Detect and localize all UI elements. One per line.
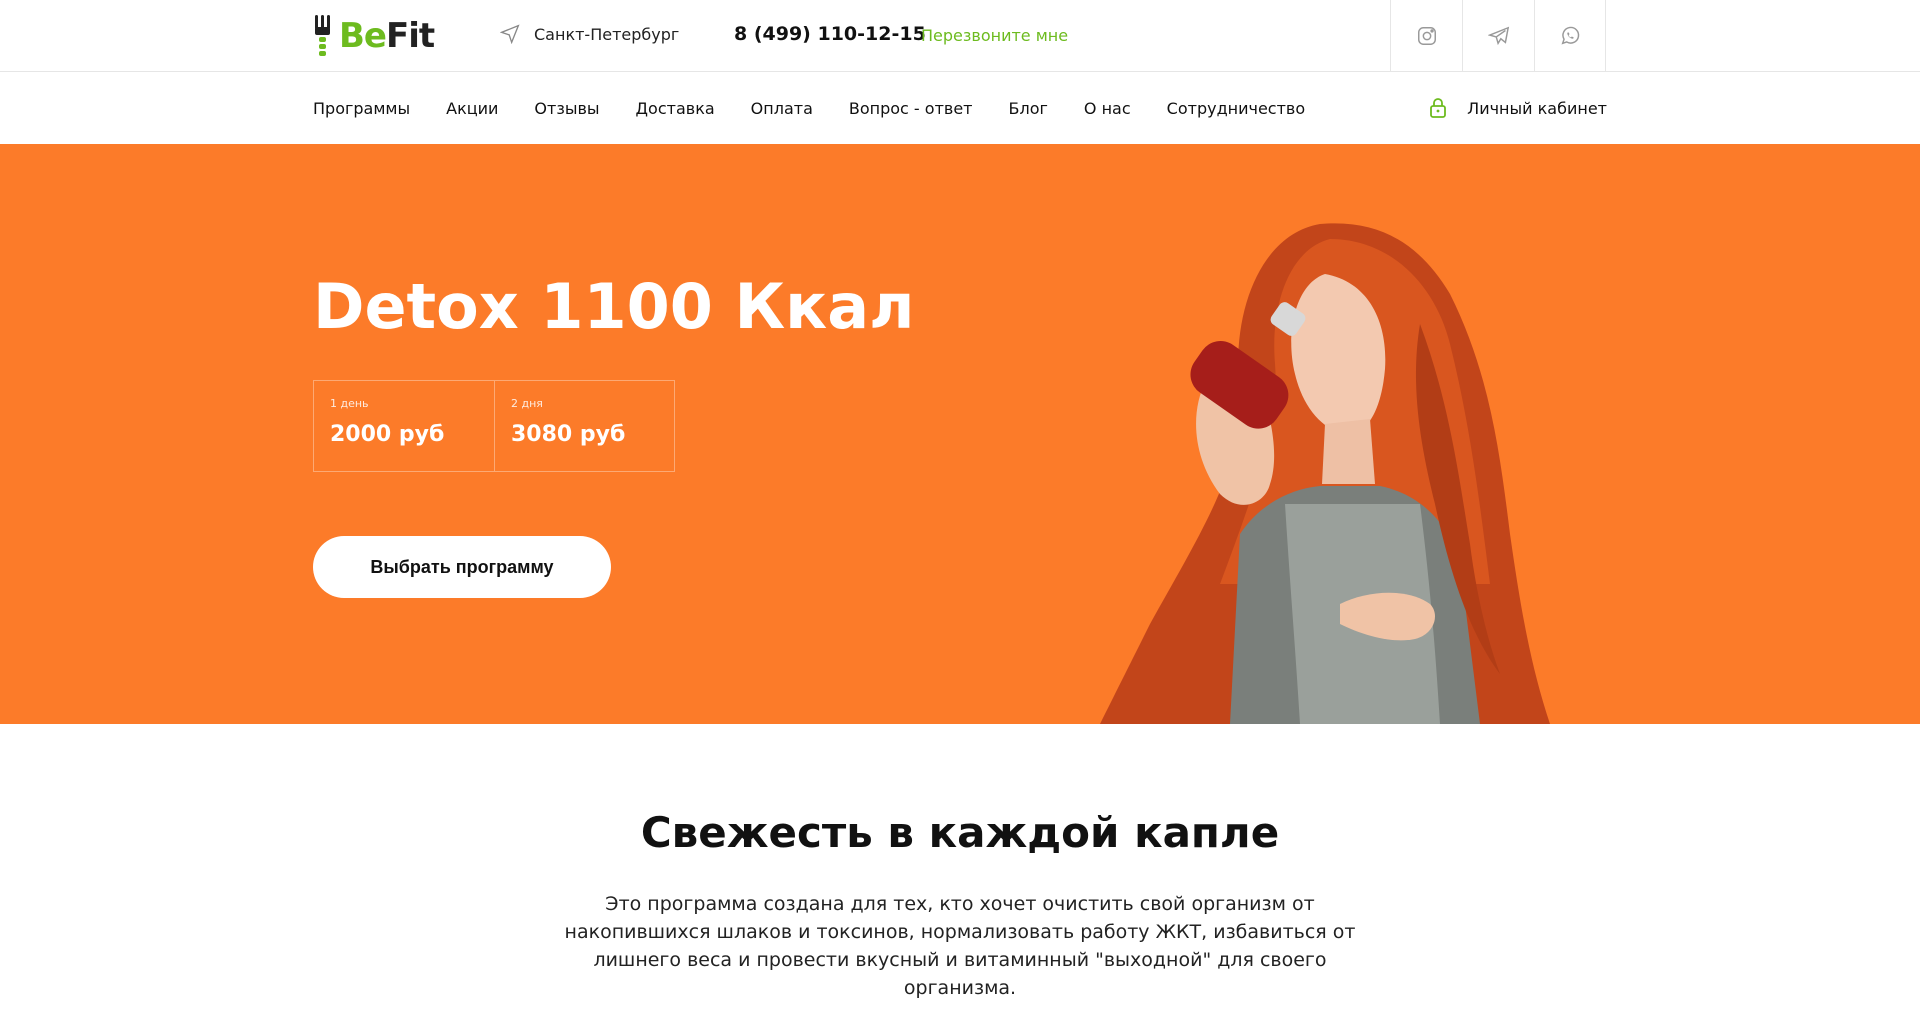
price-option[interactable]: 2 дня 3080 руб xyxy=(494,381,674,471)
nav-item-blog[interactable]: Блог xyxy=(1009,99,1048,118)
price-value: 3080 руб xyxy=(511,422,626,447)
instagram-icon xyxy=(1417,27,1436,45)
nav-item-delivery[interactable]: Доставка xyxy=(636,99,715,118)
social-links xyxy=(1390,0,1606,72)
nav-item-about[interactable]: О нас xyxy=(1084,99,1131,118)
logo[interactable]: BeFit xyxy=(313,14,435,58)
nav-item-partnership[interactable]: Сотрудничество xyxy=(1167,99,1305,118)
phone-number[interactable]: 8 (499) 110-12-15 xyxy=(734,23,926,45)
price-duration: 1 день xyxy=(330,397,369,410)
logo-be: Be xyxy=(339,16,387,56)
callback-link[interactable]: Перезвоните мне xyxy=(921,26,1068,45)
lock-icon xyxy=(1430,98,1447,118)
price-duration: 2 дня xyxy=(511,397,543,410)
hero-title: Detox 1100 Ккал xyxy=(313,270,915,343)
account-label: Личный кабинет xyxy=(1467,98,1607,118)
nav-menu: Программы Акции Отзывы Доставка Оплата В… xyxy=(313,72,1305,144)
telegram-icon xyxy=(1487,26,1509,46)
section-title: Свежесть в каждой капле xyxy=(640,808,1280,857)
city-selector[interactable]: Санкт-Петербург xyxy=(500,24,679,44)
page: BeFit Санкт-Петербург 8 (499) 110-12-15 … xyxy=(0,0,1920,1024)
whatsapp-link[interactable] xyxy=(1534,0,1606,72)
instagram-link[interactable] xyxy=(1390,0,1462,72)
choose-program-button[interactable]: Выбрать программу xyxy=(313,536,611,598)
logo-text: BeFit xyxy=(339,16,435,56)
city-label: Санкт-Петербург xyxy=(534,24,680,44)
account-link[interactable]: Личный кабинет xyxy=(1429,72,1607,144)
telegram-link[interactable] xyxy=(1462,0,1534,72)
nav-item-programs[interactable]: Программы xyxy=(313,99,410,118)
nav-item-payment[interactable]: Оплата xyxy=(751,99,813,118)
woman-drinking-juice-image xyxy=(1100,223,1550,724)
hero-banner: Detox 1100 Ккал 1 день 2000 руб 2 дня 30… xyxy=(0,144,1920,724)
price-value: 2000 руб xyxy=(330,422,445,447)
main-nav: Программы Акции Отзывы Доставка Оплата В… xyxy=(0,72,1920,144)
fork-logo-icon xyxy=(313,15,333,57)
logo-fit: Fit xyxy=(385,16,435,56)
top-bar: BeFit Санкт-Петербург 8 (499) 110-12-15 … xyxy=(0,0,1920,72)
price-options: 1 день 2000 руб 2 дня 3080 руб xyxy=(313,380,675,472)
nav-item-promotions[interactable]: Акции xyxy=(446,99,498,118)
section-description: Это программа создана для тех, кто хочет… xyxy=(564,893,1356,999)
nav-item-reviews[interactable]: Отзывы xyxy=(534,99,599,118)
whatsapp-icon xyxy=(1561,26,1580,45)
price-option[interactable]: 1 день 2000 руб xyxy=(314,381,494,471)
nav-item-faq[interactable]: Вопрос - ответ xyxy=(849,99,973,118)
location-arrow-icon xyxy=(500,24,520,44)
